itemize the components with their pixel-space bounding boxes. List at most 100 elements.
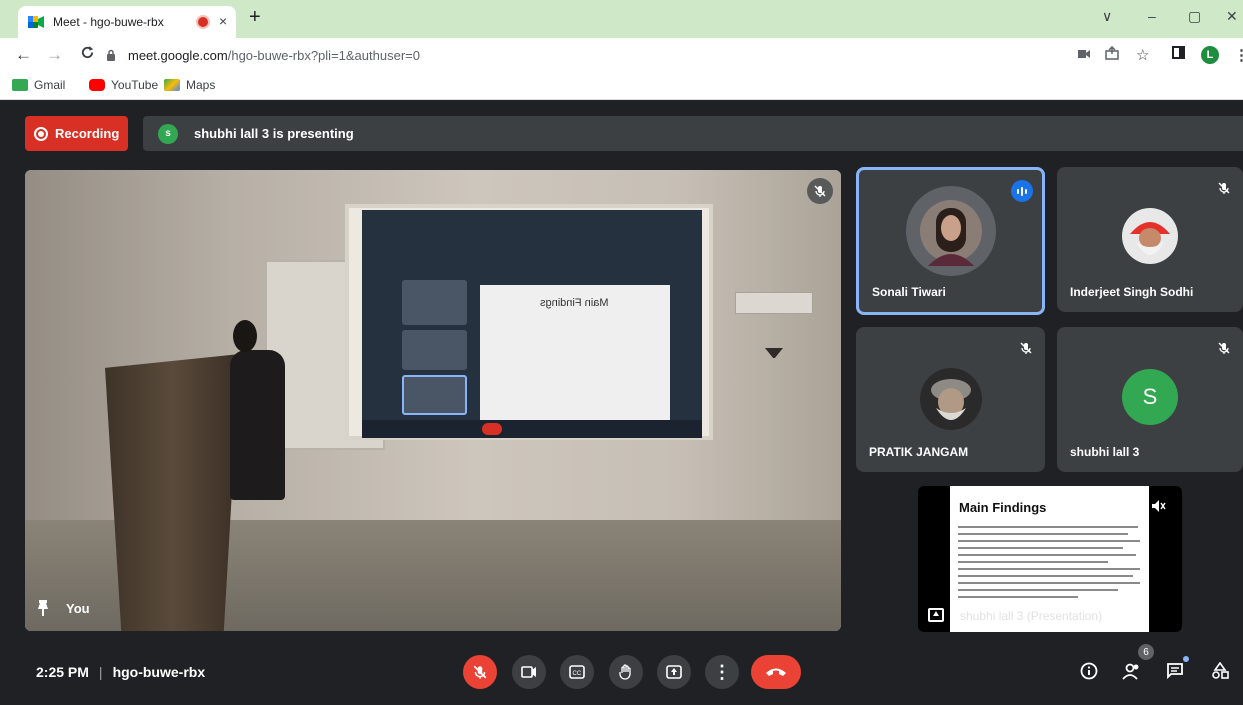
tab-close-button[interactable]: × bbox=[219, 13, 227, 29]
maps-icon bbox=[164, 79, 180, 91]
recording-label: Recording bbox=[55, 126, 120, 141]
mic-off-icon bbox=[1019, 341, 1033, 360]
projected-control-bar bbox=[362, 420, 702, 438]
participant-avatar bbox=[1122, 208, 1178, 264]
activities-icon bbox=[1212, 661, 1229, 679]
chat-button[interactable] bbox=[1166, 662, 1184, 685]
presenter-avatar: s bbox=[158, 123, 178, 144]
camera-toggle-button[interactable] bbox=[512, 655, 546, 689]
google-meet-favicon-icon bbox=[28, 15, 44, 29]
slide-text-line bbox=[958, 554, 1136, 556]
presenter-body bbox=[230, 350, 285, 500]
mic-toggle-button[interactable] bbox=[463, 655, 497, 689]
slide-text-line bbox=[958, 596, 1078, 598]
mic-off-icon bbox=[473, 665, 487, 679]
projected-tile bbox=[402, 330, 467, 370]
slide-title: Main Findings bbox=[959, 500, 1047, 515]
bookmark-label: Maps bbox=[186, 78, 216, 92]
you-label: You bbox=[66, 600, 90, 616]
address-bar-row: ← → meet.google.com/hgo-buwe-rbx?pli=1&a… bbox=[0, 38, 1243, 72]
meeting-code: hgo-buwe-rbx bbox=[112, 664, 206, 680]
presenting-text: shubhi lall 3 is presenting bbox=[194, 126, 354, 141]
tab-title: Meet - hgo-buwe-rbx bbox=[53, 15, 164, 29]
more-options-button[interactable]: ⋮ bbox=[705, 655, 739, 689]
slide-text-line bbox=[958, 533, 1128, 535]
activities-button[interactable] bbox=[1211, 661, 1229, 685]
slide-text-line bbox=[958, 540, 1140, 542]
slide-text-line bbox=[958, 526, 1138, 528]
speaking-indicator-icon bbox=[1011, 180, 1033, 202]
participant-name: shubhi lall 3 bbox=[1070, 445, 1140, 459]
slide-text-line bbox=[958, 561, 1108, 563]
bookmark-label: YouTube bbox=[111, 78, 159, 92]
meeting-controls-bar: 2:25 PM | hgo-buwe-rbx CC ⋮ bbox=[0, 640, 1243, 705]
bookmark-youtube[interactable]: YouTube bbox=[89, 78, 158, 92]
slide-text-line bbox=[958, 547, 1123, 549]
slide-text-line bbox=[958, 575, 1133, 577]
presenter-head bbox=[233, 320, 257, 352]
bookmark-label: Gmail bbox=[34, 78, 66, 92]
svg-text:CC: CC bbox=[573, 671, 582, 677]
meeting-details: 2:25 PM | hgo-buwe-rbx bbox=[36, 664, 205, 680]
captions-icon: CC bbox=[569, 665, 585, 679]
restore-button[interactable]: ▢ bbox=[1188, 8, 1201, 25]
people-button[interactable] bbox=[1122, 662, 1142, 685]
captions-button[interactable]: CC bbox=[560, 655, 594, 689]
presenting-banner: s shubhi lall 3 is presenting bbox=[143, 116, 1243, 151]
browser-menu-icon[interactable]: ⋮ bbox=[1234, 46, 1243, 64]
recording-button[interactable]: Recording bbox=[25, 116, 128, 151]
profile-avatar[interactable]: L bbox=[1201, 46, 1219, 64]
projected-meet-view: Main Findings bbox=[362, 210, 702, 438]
side-panel-icon[interactable] bbox=[1172, 46, 1185, 63]
youtube-icon bbox=[89, 79, 105, 91]
back-arrow-icon[interactable]: ← bbox=[15, 45, 32, 65]
bookmark-maps[interactable]: Maps bbox=[164, 78, 215, 92]
new-tab-button[interactable]: + bbox=[249, 6, 261, 29]
chat-notification-dot bbox=[1183, 656, 1189, 662]
participant-tile-pratik-jangam[interactable]: PRATIK JANGAM bbox=[856, 327, 1045, 472]
participant-tile-sonali-tiwari[interactable]: Sonali Tiwari bbox=[856, 167, 1045, 315]
browser-tab-meet[interactable]: Meet - hgo-buwe-rbx × bbox=[18, 6, 236, 38]
projected-end-call bbox=[482, 423, 502, 435]
slide-text-line bbox=[958, 568, 1140, 570]
bookmark-star-icon[interactable]: ☆ bbox=[1136, 46, 1149, 64]
participant-avatar bbox=[905, 186, 996, 276]
mic-off-icon bbox=[1217, 181, 1231, 200]
mic-off-icon bbox=[1217, 341, 1231, 360]
close-window-button[interactable]: ✕ bbox=[1226, 8, 1238, 25]
pin-icon bbox=[37, 600, 49, 616]
forward-arrow-icon[interactable]: → bbox=[46, 45, 63, 65]
participant-name: Sonali Tiwari bbox=[872, 285, 946, 299]
participant-tile-shubhi-lall-3[interactable]: S shubhi lall 3 bbox=[1057, 327, 1243, 472]
participant-avatar bbox=[919, 368, 982, 430]
raise-hand-button[interactable] bbox=[609, 655, 643, 689]
tab-search-icon[interactable]: ∨ bbox=[1102, 8, 1112, 25]
camera-in-use-icon[interactable] bbox=[1078, 46, 1090, 63]
presentation-tile[interactable]: Main Findings shubhi lall 3 (Presentatio… bbox=[918, 486, 1182, 632]
volume-off-icon bbox=[1152, 500, 1166, 515]
url-input[interactable]: meet.google.com/hgo-buwe-rbx?pli=1&authu… bbox=[106, 43, 1051, 67]
wall-rack bbox=[735, 292, 813, 314]
info-icon bbox=[1080, 662, 1098, 680]
projected-tile bbox=[402, 280, 467, 325]
present-icon bbox=[666, 665, 682, 679]
meeting-info-button[interactable] bbox=[1080, 662, 1098, 685]
minimize-button[interactable]: – bbox=[1148, 8, 1156, 24]
leave-call-button[interactable] bbox=[751, 655, 801, 689]
call-end-icon bbox=[766, 668, 786, 676]
self-name-label: You bbox=[37, 600, 90, 616]
podium bbox=[105, 354, 240, 631]
url-path: /hgo-buwe-rbx?pli=1&authuser=0 bbox=[227, 47, 420, 63]
meeting-time: 2:25 PM bbox=[36, 664, 89, 680]
present-now-button[interactable] bbox=[657, 655, 691, 689]
share-icon[interactable] bbox=[1105, 45, 1119, 64]
self-video-tile[interactable]: Main Findings You bbox=[25, 170, 841, 631]
projected-tile bbox=[402, 375, 467, 415]
people-icon bbox=[1122, 663, 1139, 680]
bookmarks-bar: Gmail YouTube Maps bbox=[0, 72, 1243, 100]
bookmark-gmail[interactable]: Gmail bbox=[12, 78, 65, 92]
participant-tile-inderjeet-singh-sodhi[interactable]: Inderjeet Singh Sodhi bbox=[1057, 167, 1243, 312]
reload-icon[interactable] bbox=[80, 45, 95, 65]
hand-icon bbox=[619, 664, 631, 680]
participants-count-badge: 6 bbox=[1138, 644, 1154, 660]
